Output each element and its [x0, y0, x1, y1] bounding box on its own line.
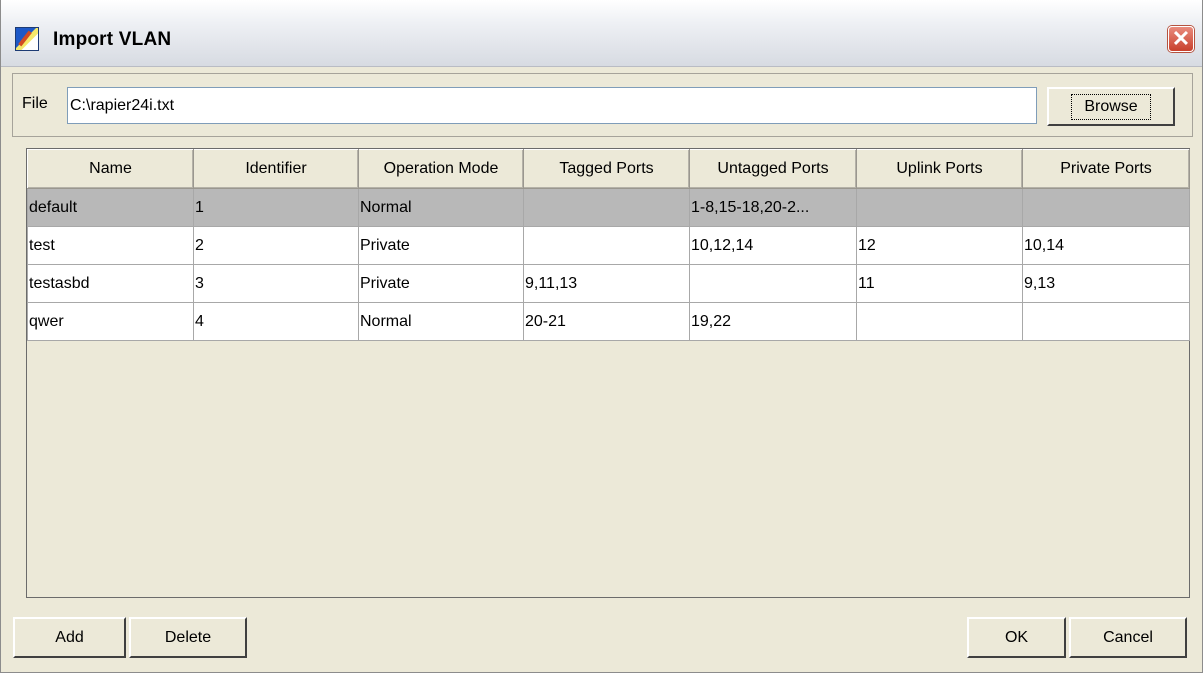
cell-private-ports[interactable]: [1022, 188, 1190, 227]
cell-name[interactable]: default: [27, 188, 194, 227]
cancel-button[interactable]: Cancel: [1069, 617, 1187, 658]
column-header-name[interactable]: Name: [27, 149, 194, 189]
cell-uplink-ports[interactable]: [856, 188, 1023, 227]
cell-operation-mode[interactable]: Normal: [358, 188, 524, 227]
cell-tagged-ports[interactable]: 20-21: [523, 302, 690, 341]
cell-name[interactable]: testasbd: [27, 264, 194, 303]
cell-operation-mode[interactable]: Private: [358, 264, 524, 303]
cell-uplink-ports[interactable]: 12: [856, 226, 1023, 265]
vlan-import-icon: [15, 27, 39, 51]
table-row[interactable]: test 2 Private 10,12,14 12 10,14: [27, 226, 1190, 265]
vlan-table: Name Identifier Operation Mode Tagged Po…: [27, 149, 1190, 341]
cell-name[interactable]: test: [27, 226, 194, 265]
delete-button[interactable]: Delete: [129, 617, 247, 658]
cell-private-ports[interactable]: [1022, 302, 1190, 341]
add-button[interactable]: Add: [13, 617, 126, 658]
cell-untagged-ports[interactable]: 19,22: [689, 302, 857, 341]
cell-private-ports[interactable]: 9,13: [1022, 264, 1190, 303]
column-header-operation-mode[interactable]: Operation Mode: [358, 149, 524, 189]
file-path-input[interactable]: [67, 87, 1037, 124]
browse-button[interactable]: Browse: [1047, 87, 1175, 126]
table-row[interactable]: qwer 4 Normal 20-21 19,22: [27, 302, 1190, 341]
cell-tagged-ports[interactable]: [523, 188, 690, 227]
cell-identifier[interactable]: 1: [193, 188, 359, 227]
column-header-private-ports[interactable]: Private Ports: [1022, 149, 1190, 189]
browse-button-label: Browse: [1071, 93, 1151, 120]
close-icon[interactable]: ✕: [1168, 26, 1194, 52]
column-header-identifier[interactable]: Identifier: [193, 149, 359, 189]
table-row[interactable]: default 1 Normal 1-8,15-18,20-2...: [27, 188, 1190, 227]
cell-uplink-ports[interactable]: 11: [856, 264, 1023, 303]
cell-name[interactable]: qwer: [27, 302, 194, 341]
table-row[interactable]: testasbd 3 Private 9,11,13 11 9,13: [27, 264, 1190, 303]
cell-uplink-ports[interactable]: [856, 302, 1023, 341]
cell-operation-mode[interactable]: Private: [358, 226, 524, 265]
cell-tagged-ports[interactable]: [523, 226, 690, 265]
column-header-tagged-ports[interactable]: Tagged Ports: [523, 149, 690, 189]
import-vlan-dialog: Import VLAN ✕ File Browse Name Identifie…: [0, 0, 1203, 673]
cell-untagged-ports[interactable]: 1-8,15-18,20-2...: [689, 188, 857, 227]
window-title: Import VLAN: [53, 29, 172, 50]
file-label: File: [22, 95, 48, 112]
cell-identifier[interactable]: 3: [193, 264, 359, 303]
cell-tagged-ports[interactable]: 9,11,13: [523, 264, 690, 303]
cell-operation-mode[interactable]: Normal: [358, 302, 524, 341]
vlan-table-area: Name Identifier Operation Mode Tagged Po…: [26, 148, 1190, 598]
cell-untagged-ports[interactable]: [689, 264, 857, 303]
cell-untagged-ports[interactable]: 10,12,14: [689, 226, 857, 265]
cell-identifier[interactable]: 2: [193, 226, 359, 265]
column-header-uplink-ports[interactable]: Uplink Ports: [856, 149, 1023, 189]
table-header-row: Name Identifier Operation Mode Tagged Po…: [27, 149, 1190, 189]
cell-identifier[interactable]: 4: [193, 302, 359, 341]
ok-button[interactable]: OK: [967, 617, 1066, 658]
cell-private-ports[interactable]: 10,14: [1022, 226, 1190, 265]
column-header-untagged-ports[interactable]: Untagged Ports: [689, 149, 857, 189]
title-bar[interactable]: Import VLAN ✕: [1, 0, 1202, 67]
